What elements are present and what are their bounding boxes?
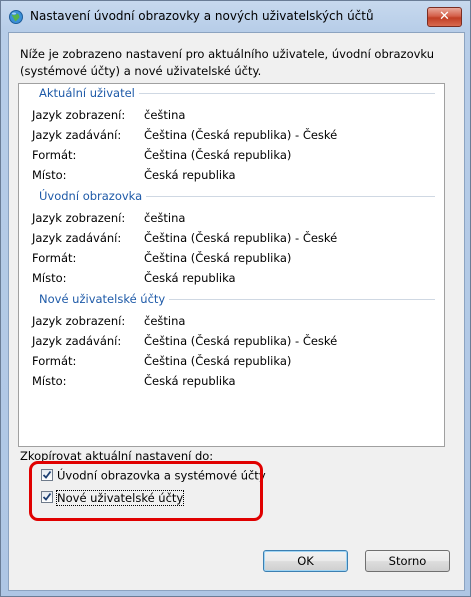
section-title-current-user: Aktuální uživatel [39, 86, 139, 100]
row-value: čeština [144, 314, 186, 328]
cancel-button[interactable]: Storno [365, 550, 450, 572]
section-title-welcome-screen: Úvodní obrazovka [39, 189, 147, 203]
dialog-body: Níže je zobrazeno nastavení pro aktuální… [8, 32, 465, 591]
row-value: čeština [144, 108, 186, 122]
close-icon: ✕ [439, 9, 450, 24]
globe-icon [8, 9, 24, 25]
close-button[interactable]: ✕ [427, 7, 462, 27]
row-value: Čeština (Česká republika) - České [144, 231, 338, 245]
row-label: Jazyk zadávání: [32, 128, 122, 142]
row-value: Čeština (Česká republika) [144, 148, 292, 162]
intro-text: Níže je zobrazeno nastavení pro aktuální… [20, 47, 434, 78]
row-label: Místo: [32, 271, 67, 285]
row-value: Česká republika [144, 271, 236, 285]
highlight-annotation [29, 461, 263, 521]
row-label: Jazyk zobrazení: [32, 211, 126, 225]
title-bar[interactable]: Nastavení úvodní obrazovky a nových uživ… [1, 1, 470, 31]
window-title: Nastavení úvodní obrazovky a nových uživ… [30, 9, 374, 23]
row-label: Jazyk zadávání: [32, 334, 122, 348]
row-label: Místo: [32, 374, 67, 388]
row-value: Čeština (Česká republika) - České [144, 128, 338, 142]
dialog-window: Nastavení úvodní obrazovky a nových uživ… [0, 0, 471, 597]
row-label: Formát: [32, 354, 77, 368]
section-title-new-user-accounts: Nové uživatelské účty [39, 292, 170, 306]
row-label: Formát: [32, 148, 77, 162]
settings-panel: Aktuální uživatel Jazyk zobrazení: češti… [18, 83, 445, 447]
row-label: Jazyk zadávání: [32, 231, 122, 245]
row-value: Čeština (Česká republika) - České [144, 334, 338, 348]
row-label: Jazyk zobrazení: [32, 108, 126, 122]
row-value: Česká republika [144, 374, 236, 388]
row-value: Čeština (Česká republika) [144, 354, 292, 368]
row-value: Čeština (Česká republika) [144, 251, 292, 265]
row-value: čeština [144, 211, 186, 225]
row-label: Jazyk zobrazení: [32, 314, 126, 328]
ok-button[interactable]: OK [263, 550, 348, 572]
row-label: Místo: [32, 168, 67, 182]
row-value: Česká republika [144, 168, 236, 182]
row-label: Formát: [32, 251, 77, 265]
